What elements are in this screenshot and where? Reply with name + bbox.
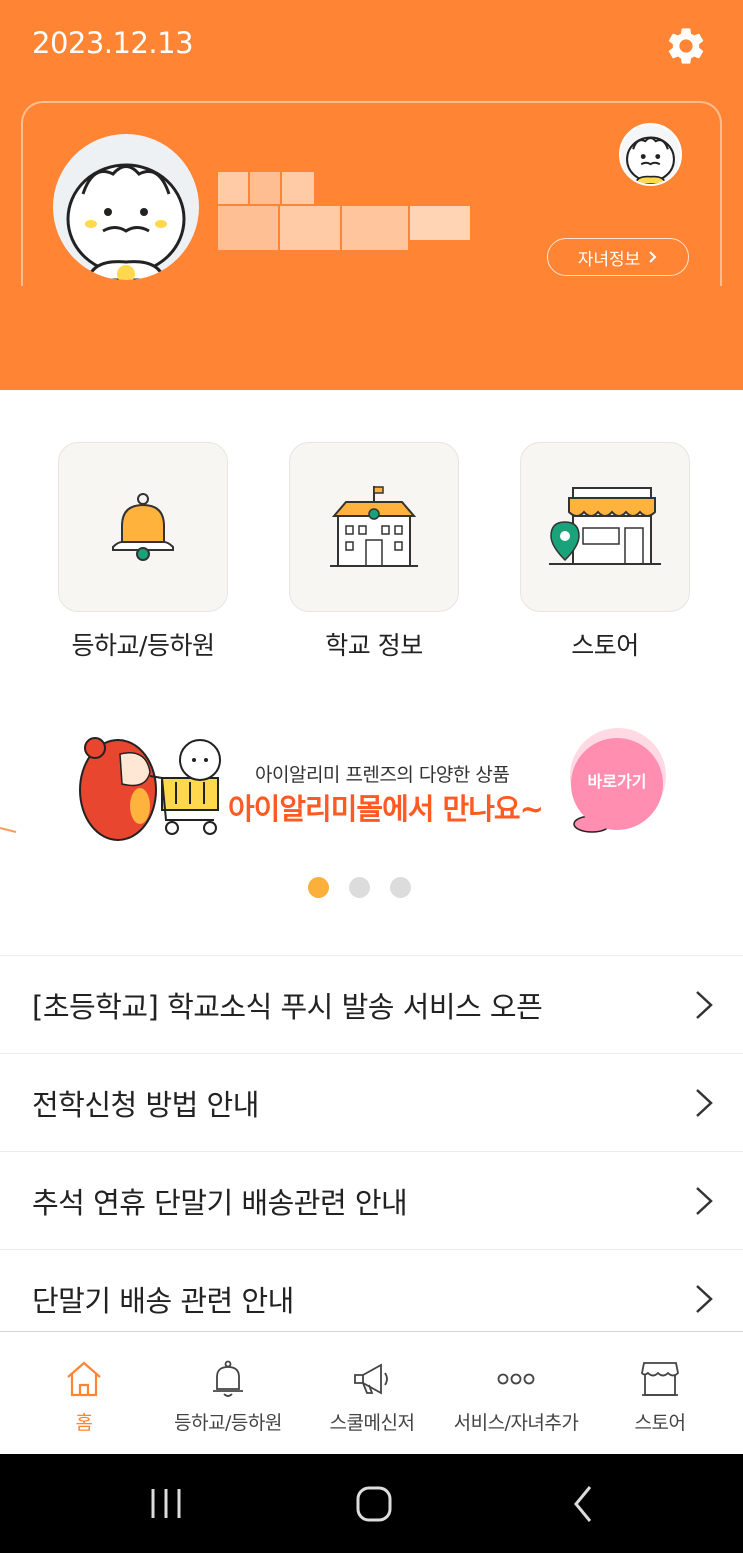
nav-attendance-label: 등하교/등하원 [174,1412,282,1434]
notice-title: 전학신청 방법 안내 [32,1087,259,1122]
back-icon [574,1486,592,1522]
nav-school-messenger-label: 스쿨메신저 [329,1412,415,1434]
nav-store-label: 스토어 [634,1412,686,1434]
nav-home[interactable]: 홈 [10,1332,158,1455]
notice-title: [초등학교] 학교소식 푸시 발송 서비스 오픈 [32,989,543,1024]
chevron-right-icon [649,251,657,263]
banner-go-button[interactable]: 바로가기 [571,738,663,830]
nav-school-messenger[interactable]: 스쿨메신저 [298,1332,446,1455]
banner-pagination [308,877,411,898]
bell-icon [213,1360,243,1397]
banner-title: 아이알리미몰에서 만나요~ [228,792,544,826]
avatar[interactable] [53,134,199,280]
bottom-nav: 홈 등하교/등하원 스쿨메신저 서비스/자녀추가 스토어 [0,1331,743,1454]
current-date: 2023.12.13 [32,26,194,60]
quick-menu-attendance-label: 등하교/등하원 [71,631,215,660]
system-nav-buttons [151,1486,592,1522]
blurred-user-name [218,172,478,252]
quick-menu-store-label: 스토어 [571,631,639,660]
notice-item[interactable]: [초등학교] 학교소식 푸시 발송 서비스 오픈 [0,955,743,1053]
more-icon [497,1373,535,1385]
pagination-dot-active[interactable] [308,877,329,898]
child-avatar[interactable] [619,123,682,186]
nav-services-label: 서비스/자녀추가 [453,1412,579,1434]
quick-menu-school-info[interactable] [289,442,459,612]
store-icon [549,487,661,565]
notice-list: [초등학교] 학교소식 푸시 발송 서비스 오픈 전학신청 방법 안내 추석 연… [0,955,743,1347]
bell-icon [112,493,174,561]
recent-apps-icon [151,1489,181,1518]
quick-menu-school-info-label: 학교 정보 [325,631,423,660]
megaphone-icon [354,1363,388,1395]
nav-attendance[interactable]: 등하교/등하원 [154,1332,302,1455]
nav-services[interactable]: 서비스/자녀추가 [442,1332,590,1455]
chevron-right-icon [696,1284,713,1313]
chevron-right-icon [696,1186,713,1215]
notice-title: 단말기 배송 관련 안내 [32,1283,294,1318]
quick-menu-store[interactable] [520,442,690,612]
quick-menu-attendance[interactable] [58,442,228,612]
school-icon [330,486,418,567]
character-face-icon [66,163,186,280]
child-info-label: 자녀정보 [577,249,641,270]
nav-home-label: 홈 [75,1412,93,1434]
character-face-icon [626,136,675,184]
notice-title: 추석 연휴 단말기 배송관련 안내 [32,1185,408,1220]
banner-subtitle: 아이알리미 프렌즈의 다양한 상품 [255,764,510,786]
nav-store[interactable]: 스토어 [586,1332,734,1455]
gear-icon[interactable] [664,24,708,68]
store-icon [641,1362,679,1396]
home-icon [67,1361,101,1397]
profile-header: 2023.12.13 자녀정보 [0,0,743,390]
notice-item[interactable]: 전학신청 방법 안내 [0,1053,743,1151]
child-info-button[interactable]: 자녀정보 [547,238,689,276]
chevron-right-icon [696,1088,713,1117]
notice-item[interactable]: 추석 연휴 단말기 배송관련 안내 [0,1151,743,1249]
pagination-dot[interactable] [349,877,370,898]
home-button-icon [356,1486,392,1522]
chevron-right-icon [696,990,713,1019]
system-navigation-bar [0,1454,743,1553]
pagination-dot[interactable] [390,877,411,898]
